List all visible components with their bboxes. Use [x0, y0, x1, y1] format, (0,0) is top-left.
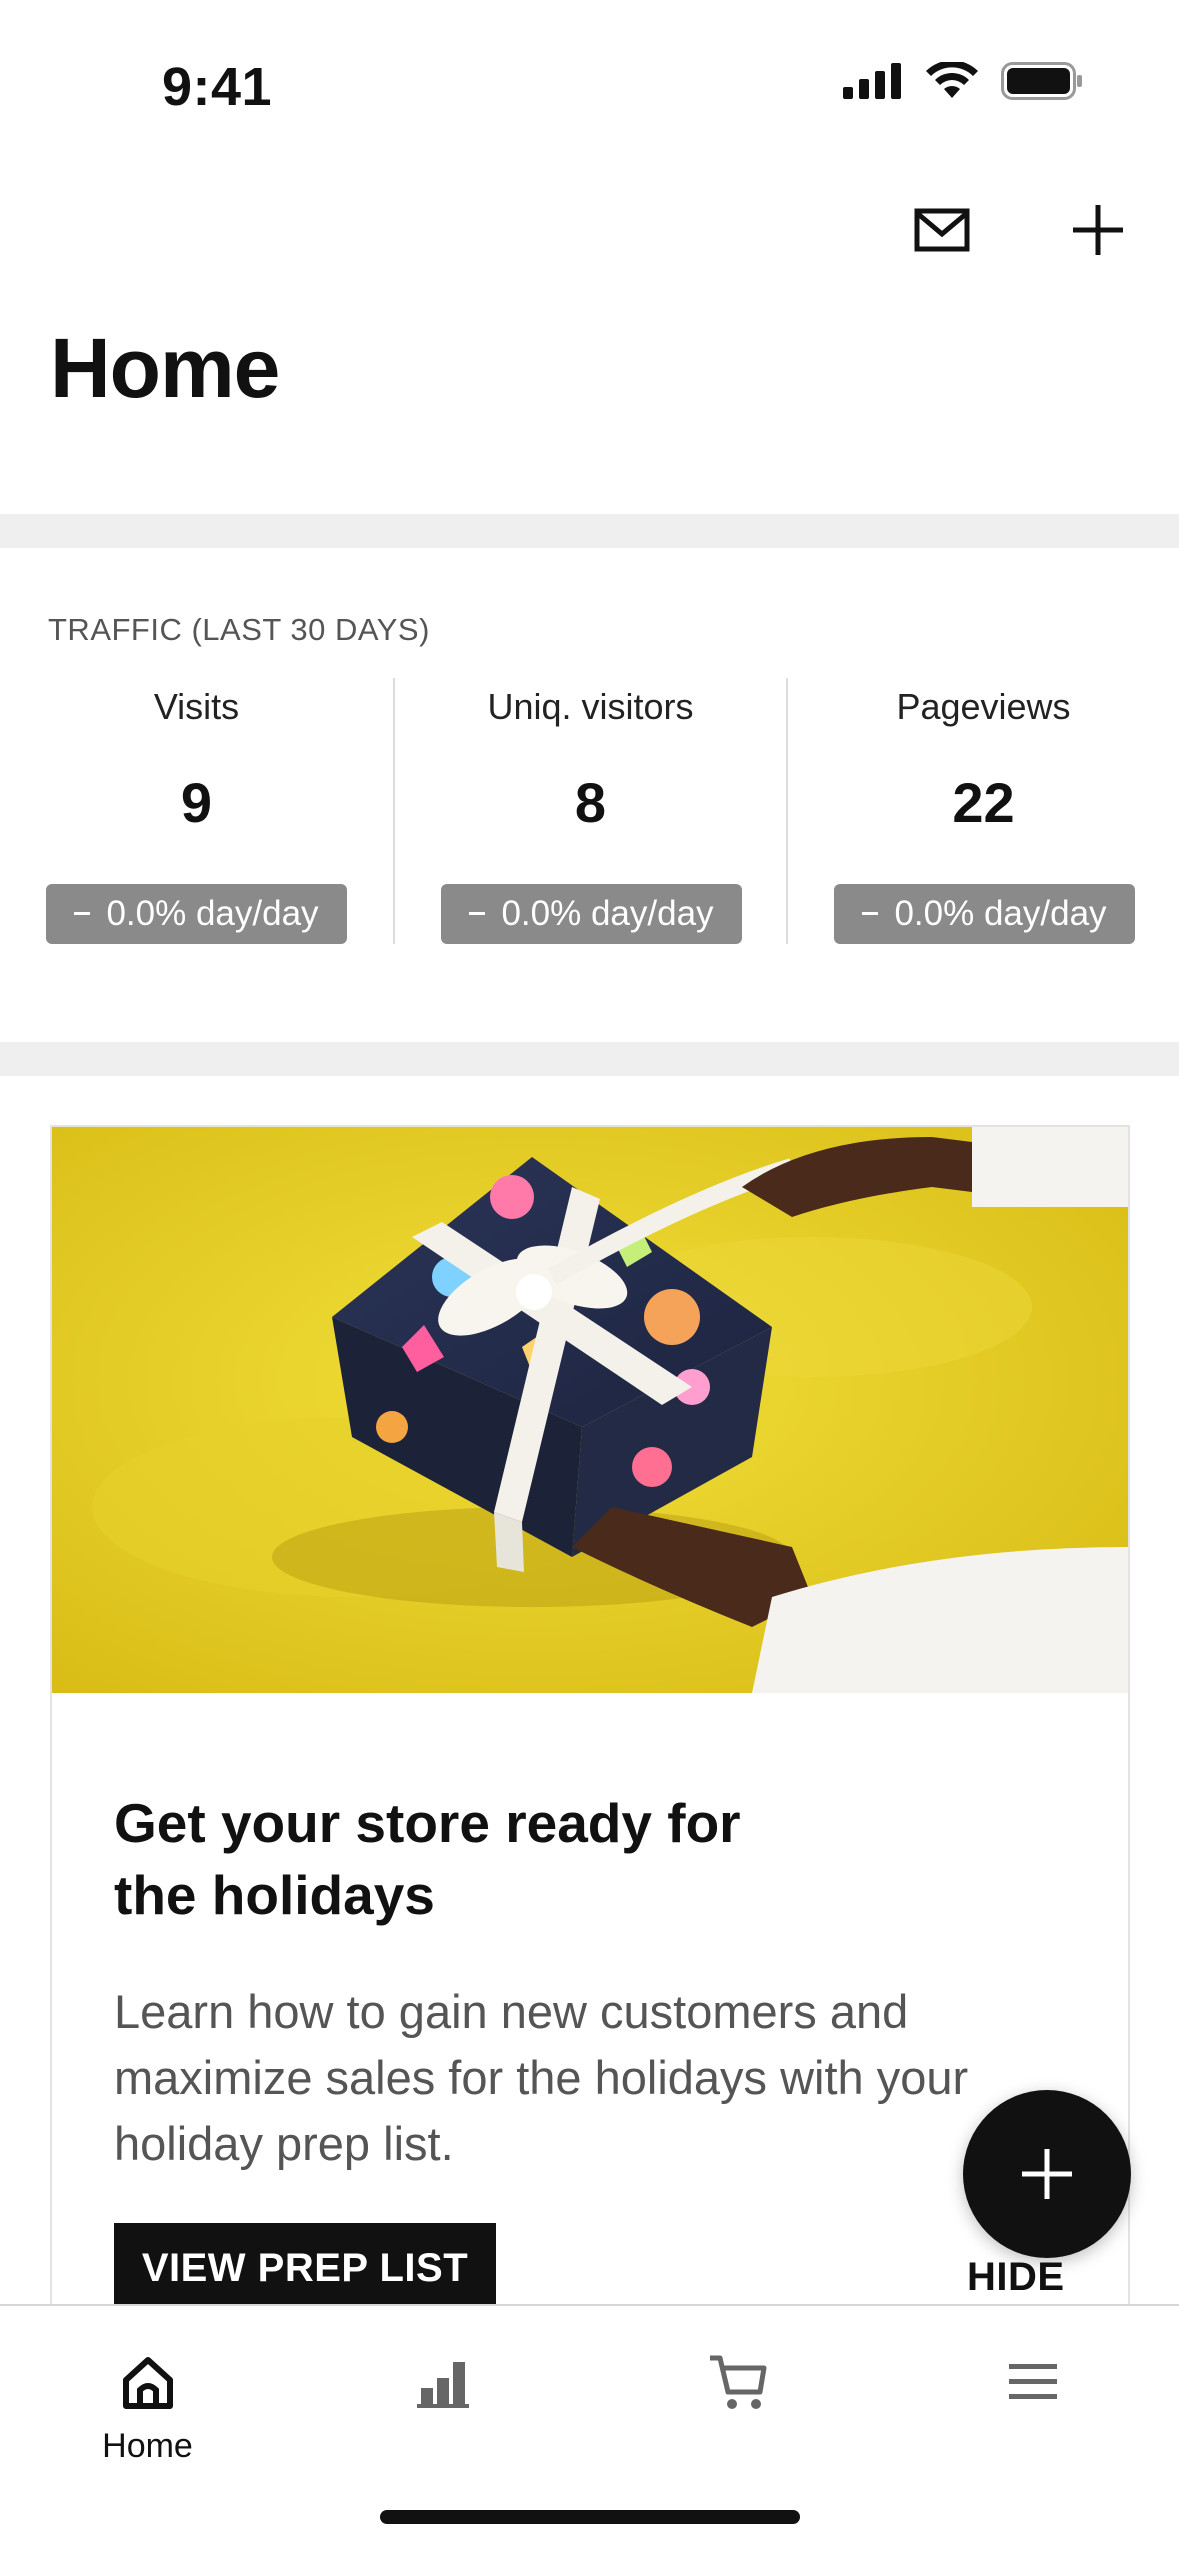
- metric-value: 8: [574, 771, 607, 834]
- cart-icon: [706, 2350, 770, 2414]
- dash-icon: [862, 912, 879, 915]
- metric-change-badge: 0.0% day/day: [834, 884, 1135, 944]
- status-icons: [843, 62, 1083, 100]
- menu-icon: [1001, 2350, 1065, 2414]
- plus-icon: [1073, 205, 1123, 255]
- dash-icon: [469, 912, 486, 915]
- home-icon: [116, 2350, 180, 2413]
- metric-unique-visitors[interactable]: Uniq. visitors 8 0.0% day/day: [393, 678, 786, 944]
- traffic-section-label: TRAFFIC (LAST 30 DAYS): [48, 612, 430, 647]
- gift-box-image: [52, 1127, 1128, 1693]
- metric-change: 0.0% day/day: [106, 894, 319, 933]
- tab-label: Home: [102, 2427, 193, 2465]
- section-divider: [0, 514, 1179, 548]
- metric-pageviews[interactable]: Pageviews 22 0.0% day/day: [786, 678, 1179, 944]
- floating-add-button[interactable]: [963, 2090, 1131, 2258]
- tab-home[interactable]: Home: [0, 2306, 295, 2466]
- holiday-promo-card: Get your store ready for the holidays Le…: [50, 1125, 1130, 2445]
- page-title: Home: [50, 321, 280, 415]
- analytics-icon: [411, 2350, 475, 2414]
- traffic-metrics: Visits 9 0.0% day/day Uniq. visitors 8 0…: [0, 678, 1179, 944]
- section-divider: [0, 1042, 1179, 1076]
- promo-title: Get your store ready for the holidays: [114, 1792, 741, 1926]
- top-actions: [0, 190, 1179, 270]
- metric-value: 22: [952, 771, 1015, 834]
- inbox-button[interactable]: [902, 190, 982, 270]
- metric-label: Visits: [153, 686, 240, 727]
- metric-label: Uniq. visitors: [487, 686, 694, 727]
- promo-description: Learn how to gain new customers and maxi…: [114, 1985, 969, 2170]
- metric-change: 0.0% day/day: [501, 894, 714, 933]
- metric-label: Pageviews: [896, 686, 1071, 727]
- plus-icon: [1022, 2149, 1072, 2199]
- metric-change-badge: 0.0% day/day: [46, 884, 347, 944]
- cellular-signal-icon: [843, 63, 901, 99]
- mail-icon: [914, 208, 970, 252]
- status-bar: 9:41: [0, 0, 1179, 170]
- battery-icon: [1001, 62, 1082, 100]
- hide-button[interactable]: HIDE: [967, 2255, 1065, 2300]
- tab-commerce[interactable]: [590, 2306, 885, 2466]
- tab-analytics[interactable]: [295, 2306, 590, 2466]
- metric-change: 0.0% day/day: [894, 894, 1107, 933]
- dash-icon: [74, 912, 91, 915]
- status-time: 9:41: [162, 57, 273, 117]
- metric-change-badge: 0.0% day/day: [441, 884, 742, 944]
- metric-value: 9: [180, 771, 213, 834]
- tab-menu[interactable]: [885, 2306, 1179, 2466]
- wifi-icon: [926, 62, 978, 98]
- metric-visits[interactable]: Visits 9 0.0% day/day: [0, 678, 393, 944]
- home-indicator: [380, 2510, 800, 2524]
- add-button[interactable]: [1058, 190, 1138, 270]
- view-prep-list-button[interactable]: VIEW PREP LIST: [114, 2223, 496, 2313]
